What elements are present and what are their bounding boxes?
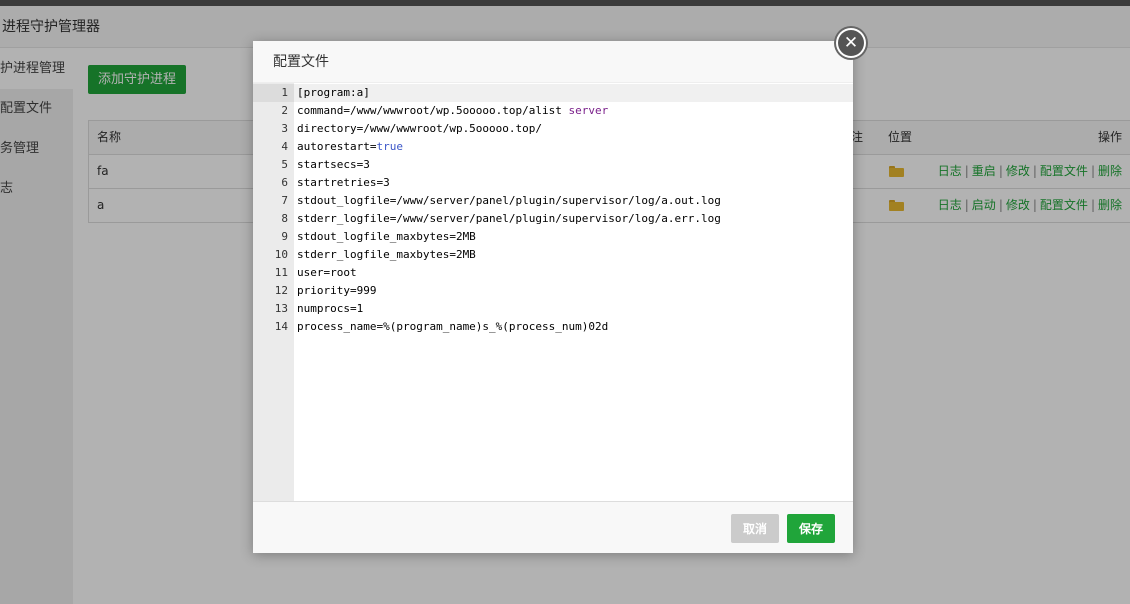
code-segment: startsecs=3 bbox=[297, 158, 370, 171]
code-line[interactable]: 10 stderr_logfile_maxbytes=2MB bbox=[253, 246, 853, 264]
code-text: numprocs=1 bbox=[297, 300, 363, 318]
code-segment: stdout_logfile_maxbytes=2MB bbox=[297, 230, 476, 243]
line-number: 3 bbox=[281, 122, 288, 135]
code-segment: directory=/www/wwwroot/wp.5ooooo.top/ bbox=[297, 122, 543, 135]
code-line[interactable]: 3 directory=/www/wwwroot/wp.5ooooo.top/ bbox=[253, 120, 853, 138]
line-number: 7 bbox=[281, 194, 288, 207]
code-line[interactable]: 2 command=/www/wwwroot/wp.5ooooo.top/alis… bbox=[253, 102, 853, 120]
code-line[interactable]: 8 stderr_logfile=/www/server/panel/plugin… bbox=[253, 210, 853, 228]
code-keyword: server bbox=[568, 104, 609, 117]
code-text: stdout_logfile_maxbytes=2MB bbox=[297, 228, 476, 246]
save-button[interactable]: 保存 bbox=[787, 514, 835, 543]
line-number: 9 bbox=[281, 230, 288, 243]
code-lines: 1 [program:a] 2 command=/www/wwwroot/wp.5oo… bbox=[253, 84, 853, 336]
line-number: 12 bbox=[274, 284, 288, 297]
line-number: 2 bbox=[281, 104, 288, 117]
code-line[interactable]: 13 numprocs=1 bbox=[253, 300, 853, 318]
line-number: 13 bbox=[274, 302, 288, 315]
code-segment: priority=999 bbox=[297, 284, 377, 297]
code-line[interactable]: 5 startsecs=3 bbox=[253, 156, 853, 174]
code-keyword: true bbox=[376, 140, 403, 153]
code-segment: process_name=%(program_name)s_%(process_… bbox=[297, 320, 609, 333]
code-text: priority=999 bbox=[297, 282, 376, 300]
code-segment: stdout_logfile=/www/server/panel/plugin/… bbox=[297, 194, 721, 207]
code-text: command=/www/wwwroot/wp.5ooooo.top/alist… bbox=[297, 102, 608, 120]
code-text: [program:a] bbox=[297, 84, 370, 102]
code-line[interactable]: 1 [program:a] bbox=[253, 84, 853, 102]
code-text: startretries=3 bbox=[297, 174, 390, 192]
code-text: autorestart=true bbox=[297, 138, 403, 156]
code-segment: user=root bbox=[297, 266, 357, 279]
code-line[interactable]: 11 user=root bbox=[253, 264, 853, 282]
line-number: 8 bbox=[281, 212, 288, 225]
config-file-modal: 配置文件 1 [program:a] 2 command=/www/wwwroot/w… bbox=[253, 41, 853, 553]
code-segment: [program:a] bbox=[297, 86, 370, 99]
line-number: 14 bbox=[274, 320, 288, 333]
line-number: 10 bbox=[274, 248, 288, 261]
code-segment: stderr_logfile=/www/server/panel/plugin/… bbox=[297, 212, 721, 225]
line-number: 5 bbox=[281, 158, 288, 171]
code-line[interactable]: 6 startretries=3 bbox=[253, 174, 853, 192]
code-line[interactable]: 9 stdout_logfile_maxbytes=2MB bbox=[253, 228, 853, 246]
code-segment: autorestart= bbox=[297, 140, 377, 153]
modal-title: 配置文件 bbox=[253, 41, 853, 83]
line-number: 6 bbox=[281, 176, 288, 189]
code-segment: startretries=3 bbox=[297, 176, 390, 189]
code-line[interactable]: 4 autorestart=true bbox=[253, 138, 853, 156]
close-icon[interactable]: ✕ bbox=[836, 28, 866, 58]
line-number: 11 bbox=[274, 266, 288, 279]
code-editor[interactable]: 1 [program:a] 2 command=/www/wwwroot/wp.5oo… bbox=[253, 83, 853, 502]
code-text: startsecs=3 bbox=[297, 156, 370, 174]
line-number: 1 bbox=[281, 86, 288, 99]
code-text: user=root bbox=[297, 264, 357, 282]
line-number: 4 bbox=[281, 140, 288, 153]
cancel-button[interactable]: 取消 bbox=[731, 514, 779, 543]
code-line[interactable]: 7 stdout_logfile=/www/server/panel/plugin… bbox=[253, 192, 853, 210]
modal-footer: 取消 保存 bbox=[253, 502, 853, 553]
code-text: stdout_logfile=/www/server/panel/plugin/… bbox=[297, 192, 721, 210]
code-text: stderr_logfile=/www/server/panel/plugin/… bbox=[297, 210, 721, 228]
code-segment: stderr_logfile_maxbytes=2MB bbox=[297, 248, 476, 261]
code-line[interactable]: 12 priority=999 bbox=[253, 282, 853, 300]
code-text: directory=/www/wwwroot/wp.5ooooo.top/ bbox=[297, 120, 542, 138]
code-text: stderr_logfile_maxbytes=2MB bbox=[297, 246, 476, 264]
code-segment: command=/www/wwwroot/wp.5ooooo.top/alist bbox=[297, 104, 569, 117]
code-line[interactable]: 14 process_name=%(program_name)s_%(proces… bbox=[253, 318, 853, 336]
code-text: process_name=%(program_name)s_%(process_… bbox=[297, 318, 608, 336]
code-segment: numprocs=1 bbox=[297, 302, 364, 315]
